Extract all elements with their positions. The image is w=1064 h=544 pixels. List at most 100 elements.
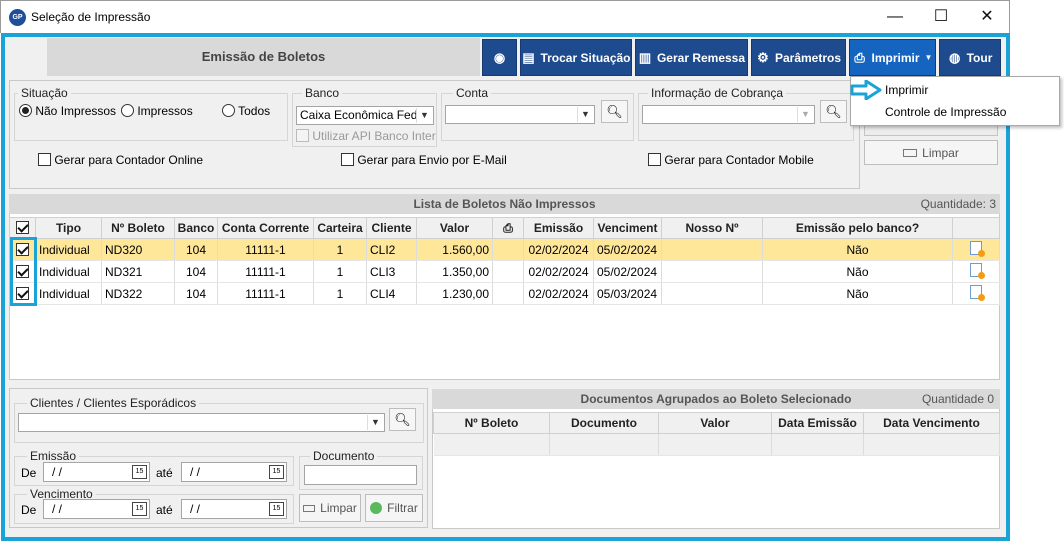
banco-label: Banco — [302, 86, 343, 100]
col-header[interactable]: Data Emissão — [771, 412, 864, 434]
checkbox-column-highlight — [10, 237, 37, 306]
vencimento-de-input[interactable]: / / 15 — [43, 499, 150, 519]
globe-icon: ◍ — [948, 49, 961, 65]
eraser-icon — [303, 504, 316, 512]
cell-cliente: CLI3 — [366, 260, 417, 283]
col-header[interactable]: Nº Boleto — [433, 412, 550, 434]
col-header[interactable]: Cliente — [366, 217, 417, 239]
gerar-remessa-label: Gerar Remessa — [656, 50, 746, 65]
col-header[interactable]: Venciment — [593, 217, 662, 239]
menu-item-controle-impressao[interactable]: Controle de Impressão — [885, 105, 1006, 119]
select-all-header[interactable] — [9, 217, 36, 239]
envio-email-checkbox[interactable]: Gerar para Envio por E-Mail — [341, 153, 507, 167]
table-row[interactable]: Individual ND321 104 11111-1 1 CLI3 1.35… — [9, 260, 1000, 283]
documents-header: Documentos Agrupados ao Boleto Seleciona… — [432, 389, 1000, 409]
printer-icon: ⎙ — [503, 220, 513, 235]
minimize-button[interactable]: — — [875, 5, 915, 29]
col-header[interactable]: Tipo — [35, 217, 102, 239]
emissao-de-input[interactable]: / / 15 — [43, 462, 150, 482]
table-row — [433, 433, 1000, 456]
col-header[interactable]: Valor — [416, 217, 493, 239]
menu-item-imprimir[interactable]: Imprimir — [885, 83, 928, 97]
conta-search-button[interactable]: 🔍︎ — [601, 100, 628, 123]
document-icon[interactable] — [970, 241, 985, 257]
maximize-button[interactable]: ☐ — [921, 5, 961, 29]
document-icon[interactable] — [970, 285, 985, 301]
cell-tipo: Individual — [35, 260, 102, 283]
gear-icon: ⚙ — [757, 49, 769, 65]
document-action-cell[interactable] — [952, 238, 1000, 261]
col-header[interactable]: Nosso Nº — [661, 217, 763, 239]
chevron-down-icon: ▼ — [797, 107, 813, 122]
tour-label: Tour — [966, 50, 993, 65]
gerar-remessa-button[interactable]: ▥ Gerar Remessa — [635, 39, 748, 76]
col-header[interactable]: Valor — [658, 412, 772, 434]
cell-valor: 1.230,00 — [416, 282, 493, 305]
calendar-icon[interactable]: 15 — [269, 465, 284, 479]
chevron-down-icon: ▼ — [416, 108, 432, 123]
cell-valor: 1.560,00 — [416, 238, 493, 261]
radio-todos[interactable]: Todos — [222, 104, 270, 118]
calendar-icon[interactable]: 15 — [269, 502, 284, 516]
imprimir-button[interactable]: ⎙ Imprimir ▼ — [849, 39, 936, 76]
check-circle-icon — [370, 502, 383, 514]
conta-select[interactable]: ▼ — [445, 105, 595, 124]
col-header[interactable]: Nº Boleto — [101, 217, 175, 239]
document-action-cell[interactable] — [952, 260, 1000, 283]
col-header[interactable]: Banco — [174, 217, 218, 239]
emissao-ate-input[interactable]: / / 15 — [181, 462, 287, 482]
cell-boleto: ND320 — [101, 238, 175, 261]
limpar-button[interactable]: Limpar — [299, 494, 361, 522]
col-header — [952, 217, 1000, 239]
parametros-label: Parâmetros — [774, 50, 842, 65]
info-cobranca-search-button[interactable]: 🔍︎ — [820, 100, 847, 123]
table-row[interactable]: Individual ND320 104 11111-1 1 CLI2 1.56… — [9, 238, 1000, 261]
calendar-icon[interactable]: 15 — [132, 502, 147, 516]
list-quantity: Quantidade: 3 — [920, 197, 996, 211]
info-cobranca-select[interactable]: ▼ — [642, 105, 815, 124]
calendar-icon[interactable]: 15 — [132, 465, 147, 479]
documents-panel — [432, 389, 1000, 529]
chevron-down-icon: ▼ — [924, 53, 933, 62]
col-header[interactable]: Emissão — [523, 217, 594, 239]
contador-mobile-checkbox[interactable]: Gerar para Contador Mobile — [648, 153, 814, 167]
col-header[interactable]: Conta Corrente — [217, 217, 314, 239]
clientes-search-button[interactable]: 🔍︎ — [389, 408, 416, 431]
cell-emissao-banco: Não — [762, 238, 953, 261]
radio-impressos[interactable]: Impressos — [121, 104, 193, 118]
document-icon[interactable] — [970, 263, 985, 279]
cell-emissao: 02/02/2024 — [523, 260, 594, 283]
emissao-ate-label: até — [156, 466, 173, 480]
cell-banco: 104 — [174, 260, 218, 283]
pin-button[interactable]: ◉ — [482, 39, 517, 76]
close-button[interactable]: ✕ — [967, 5, 1007, 29]
printer-column-header[interactable]: ⎙ — [492, 217, 524, 239]
col-header[interactable]: Data Vencimento — [863, 412, 1000, 434]
banco-select[interactable]: Caixa Econômica Feder ▼ — [296, 106, 434, 125]
tour-button[interactable]: ◍ Tour — [939, 39, 1001, 76]
col-header[interactable]: Carteira — [313, 217, 367, 239]
document-action-cell[interactable] — [952, 282, 1000, 305]
limpar-filters-button[interactable]: Limpar — [864, 140, 998, 165]
table-row[interactable]: Individual ND322 104 11111-1 1 CLI4 1.23… — [9, 282, 1000, 305]
select-all-checkbox[interactable] — [16, 221, 29, 234]
filtrar-button[interactable]: Filtrar — [365, 494, 423, 522]
ledger-icon: ▥ — [638, 49, 652, 65]
clientes-select[interactable]: ▼ — [18, 413, 385, 432]
cell-carteira: 1 — [313, 282, 367, 305]
radio-nao-impressos[interactable]: Não Impressos — [19, 104, 116, 118]
emissao-label: Emissão — [27, 449, 80, 463]
cell-emissao-banco: Não — [762, 260, 953, 283]
vencimento-ate-input[interactable]: / / 15 — [181, 499, 287, 519]
cell-tipo: Individual — [35, 238, 102, 261]
cell-emissao-banco: Não — [762, 282, 953, 305]
parametros-button[interactable]: ⚙ Parâmetros — [751, 39, 846, 76]
pin-icon: ◉ — [493, 49, 506, 65]
col-header[interactable]: Emissão pelo banco? — [762, 217, 953, 239]
col-header[interactable]: Documento — [549, 412, 659, 434]
api-banco-inter-checkbox[interactable]: Utilizar API Banco Inter — [296, 129, 436, 143]
contador-online-checkbox[interactable]: Gerar para Contador Online — [38, 153, 203, 167]
documento-input[interactable] — [304, 465, 417, 485]
documents-title: Documentos Agrupados ao Boleto Seleciona… — [580, 392, 852, 406]
trocar-situacao-button[interactable]: ▤ Trocar Situação — [520, 39, 632, 76]
